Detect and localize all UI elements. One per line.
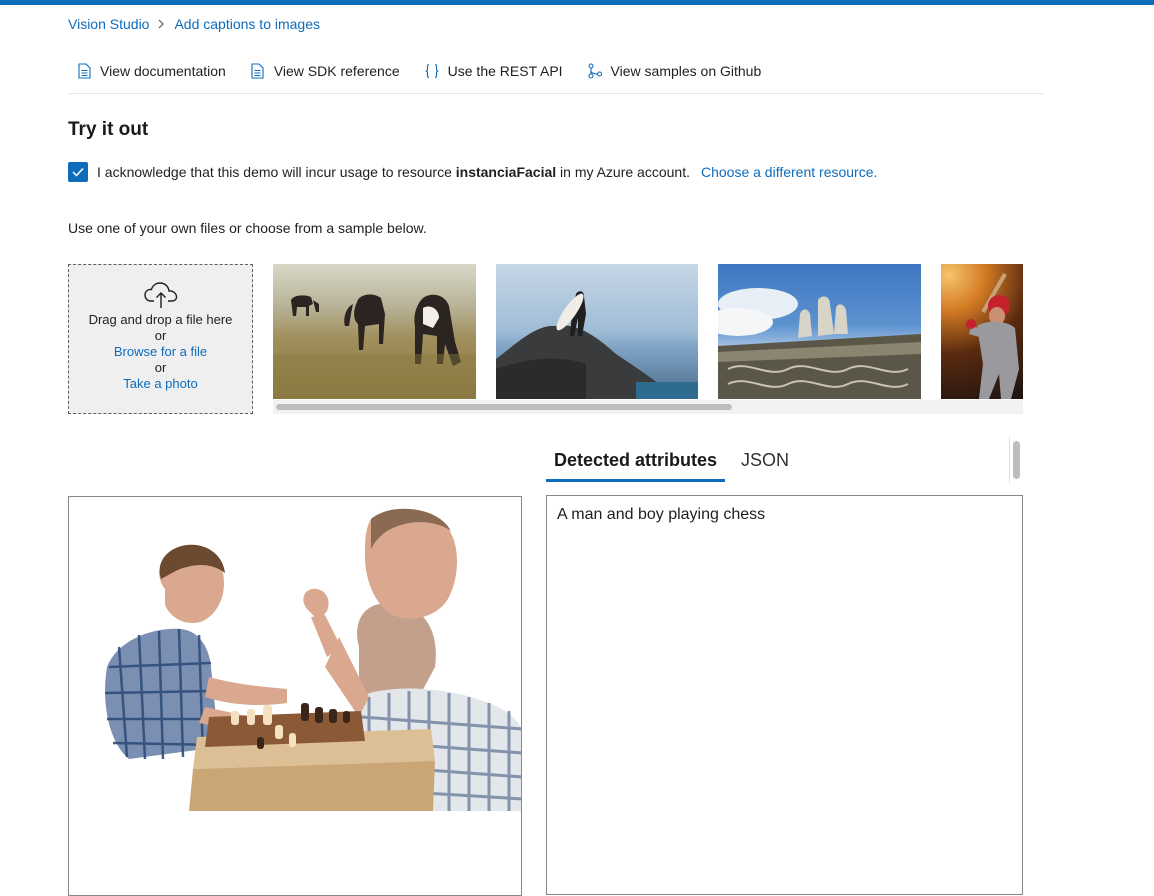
sample-strip-scroll-thumb[interactable]	[276, 404, 732, 410]
sample-image-cows[interactable]	[273, 264, 476, 399]
view-documentation-link[interactable]: View documentation	[68, 60, 226, 82]
result-tabs: Detected attributes JSON	[546, 440, 797, 482]
baseball-photo	[966, 272, 1019, 399]
acknowledge-checkbox[interactable]	[68, 162, 88, 182]
use-rest-api-label: Use the REST API	[447, 63, 563, 79]
view-sdk-reference-link[interactable]: View SDK reference	[242, 60, 400, 82]
cows-photo	[273, 294, 476, 399]
caption-output-panel: A man and boy playing chess	[546, 495, 1023, 895]
ack-suffix-text: in my Azure account.	[560, 164, 690, 180]
tabs-scroll-thumb[interactable]	[1013, 441, 1020, 479]
braces-icon	[424, 63, 440, 79]
document-icon	[76, 63, 92, 79]
sample-image-surfer[interactable]	[496, 264, 698, 399]
view-samples-github-label: View samples on Github	[610, 63, 762, 79]
browse-file-link[interactable]: Browse for a file	[69, 344, 252, 360]
view-sdk-reference-label: View SDK reference	[273, 63, 400, 79]
sample-images-strip	[273, 264, 1023, 414]
tabs-scrollbar[interactable]	[1009, 437, 1023, 483]
resource-links-bar: View documentation View SDK reference Us…	[68, 60, 1044, 94]
acknowledge-row: I acknowledge that this demo will incur …	[68, 162, 877, 182]
resource-name: instanciaFacial	[455, 164, 557, 180]
choose-resource-link[interactable]: Choose a different resource.	[701, 164, 877, 180]
man-and-boy-playing-chess-photo	[69, 497, 521, 811]
section-title: Try it out	[68, 119, 149, 140]
sample-hint-text: Use one of your own files or choose from…	[68, 220, 427, 236]
checkmark-icon	[72, 167, 84, 177]
chevron-right-icon	[159, 19, 165, 29]
file-drop-zone[interactable]: Drag and drop a file here or Browse for …	[68, 264, 253, 414]
statues-photo	[718, 288, 921, 399]
breadcrumb-add-captions[interactable]: Add captions to images	[174, 16, 320, 32]
view-documentation-label: View documentation	[100, 63, 226, 79]
analyzed-image-panel	[68, 496, 522, 896]
view-samples-github-link[interactable]: View samples on Github	[579, 60, 762, 82]
tab-json[interactable]: JSON	[733, 440, 797, 482]
surfer-photo	[496, 291, 698, 399]
breadcrumb: Vision Studio Add captions to images	[68, 15, 320, 33]
breadcrumb-vision-studio[interactable]: Vision Studio	[68, 16, 149, 32]
drag-drop-text: Drag and drop a file here	[88, 312, 233, 327]
cloud-upload-icon	[143, 282, 177, 308]
branch-icon	[587, 63, 603, 79]
tab-detected-attributes[interactable]: Detected attributes	[546, 440, 726, 482]
or-text: or	[154, 328, 167, 343]
or-text: or	[154, 360, 167, 375]
take-photo-link[interactable]: Take a photo	[69, 376, 252, 392]
caption-text: A man and boy playing chess	[557, 506, 766, 523]
sample-image-statues[interactable]	[718, 264, 921, 399]
sample-image-baseball[interactable]	[941, 264, 1023, 399]
top-accent-bar	[0, 0, 1154, 5]
use-rest-api-link[interactable]: Use the REST API	[416, 60, 563, 82]
document-icon	[250, 63, 266, 79]
ack-prefix-text: I acknowledge that this demo will incur …	[97, 164, 452, 180]
